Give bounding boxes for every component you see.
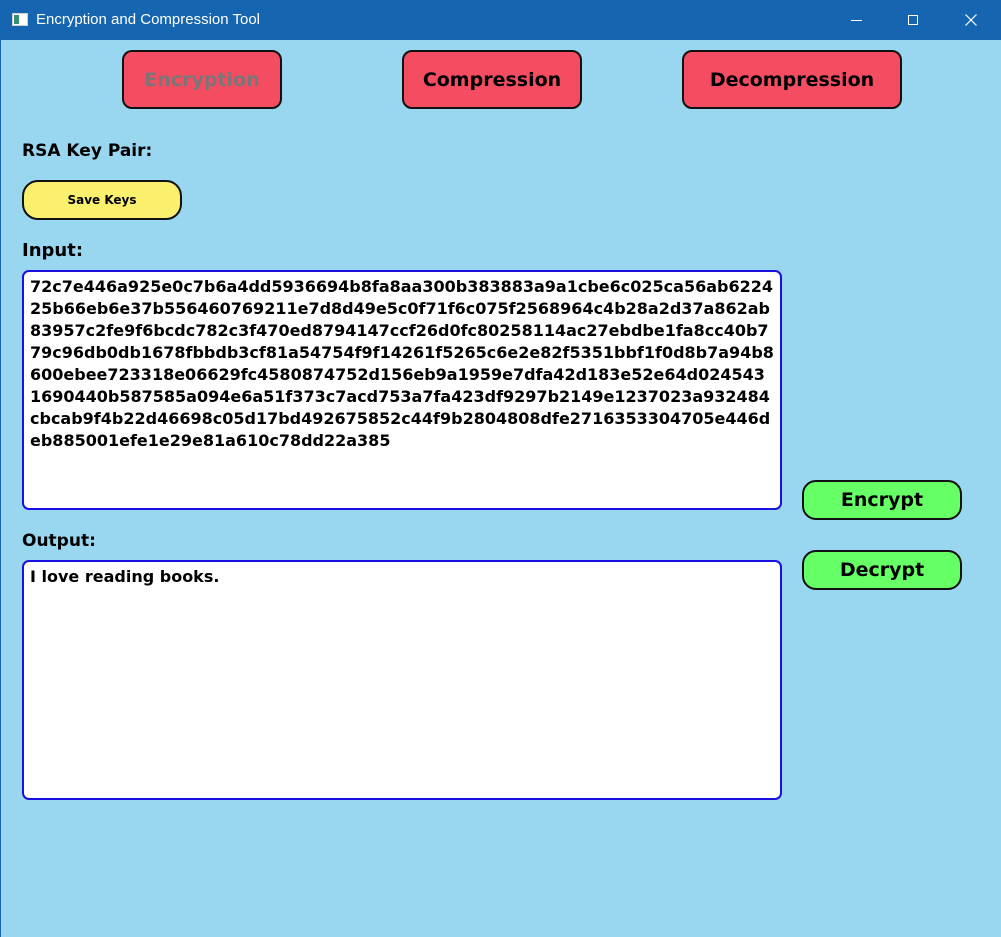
input-textbox[interactable]: 72c7e446a925e0c7b6a4dd5936694b8fa8aa300b… <box>22 270 782 510</box>
input-label: Input: <box>22 240 84 261</box>
app-window-icon <box>12 13 28 26</box>
save-keys-button[interactable]: Save Keys <box>22 180 182 220</box>
encrypt-button[interactable]: Encrypt <box>802 480 962 520</box>
output-textbox[interactable]: I love reading books. <box>22 560 782 800</box>
compression-tab-button[interactable]: Compression <box>402 50 582 109</box>
close-icon <box>965 14 977 26</box>
close-button[interactable] <box>942 0 1000 40</box>
minimize-icon <box>850 19 862 21</box>
maximize-button[interactable] <box>884 0 942 40</box>
window-title: Encryption and Compression Tool <box>36 11 261 28</box>
title-bar: Encryption and Compression Tool <box>1 0 1001 40</box>
rsa-key-pair-label: RSA Key Pair: <box>22 141 153 161</box>
encryption-tab-button[interactable]: Encryption <box>122 50 282 109</box>
decompression-tab-button[interactable]: Decompression <box>682 50 902 109</box>
output-label: Output: <box>22 531 96 551</box>
decrypt-button[interactable]: Decrypt <box>802 550 962 590</box>
app-window: Encryption and Compression Tool Encrypti… <box>0 0 1001 937</box>
maximize-icon <box>908 15 918 25</box>
minimize-button[interactable] <box>827 0 885 40</box>
